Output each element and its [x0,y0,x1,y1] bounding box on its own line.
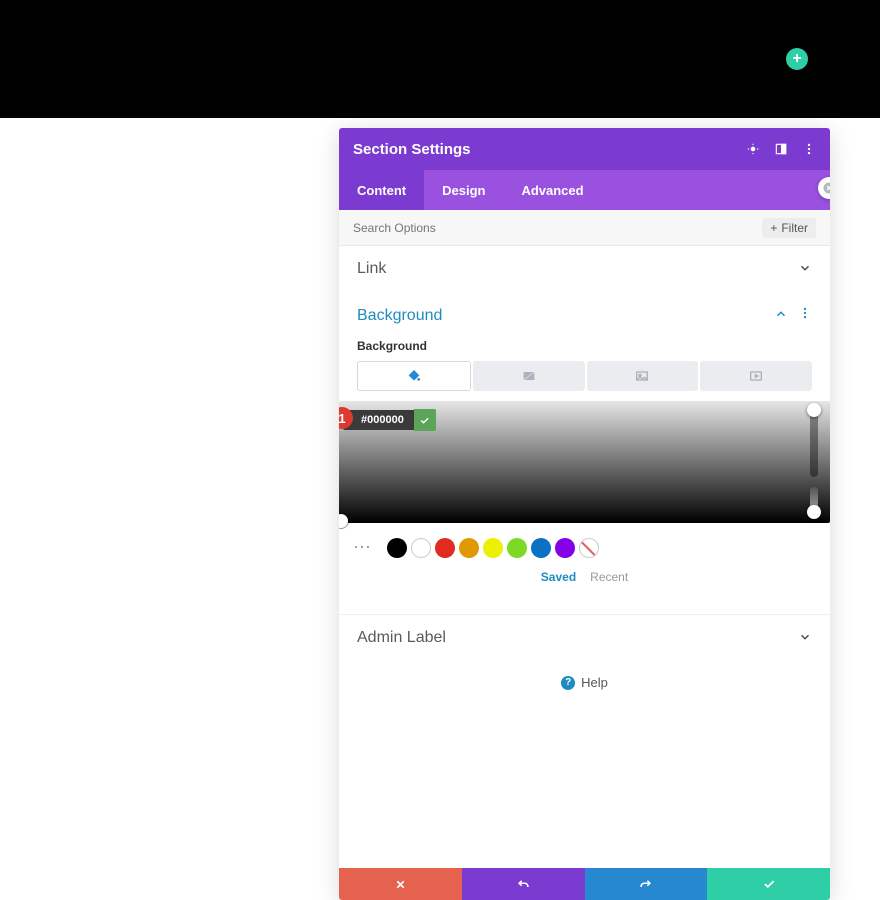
swatch-5[interactable] [507,538,527,558]
swatch-tab-recent[interactable]: Recent [590,570,628,584]
save-button[interactable] [707,868,830,900]
search-filter-row: + Filter [339,210,830,246]
check-icon [419,415,430,426]
swatch-3[interactable] [459,538,479,558]
tab-design[interactable]: Design [424,170,503,210]
more-swatches-icon[interactable]: ⋯ [353,537,383,558]
background-content: Background 1 #000000 [339,339,830,604]
hex-value[interactable]: #000000 [343,410,414,430]
panel-title: Section Settings [353,141,471,158]
settings-panel: Section Settings Content Design Advanced… [339,128,830,900]
hex-confirm-button[interactable] [414,409,436,431]
bg-tab-image[interactable] [587,361,699,391]
help-label: Help [581,675,608,690]
kebab-menu-icon[interactable] [802,142,816,156]
swatch-tabs: Saved Recent [357,570,812,584]
redo-icon [638,877,653,892]
color-picker[interactable]: 1 #000000 [339,401,830,523]
add-section-button[interactable]: + [786,48,808,70]
swatch-tab-saved[interactable]: Saved [541,570,576,584]
background-type-tabs [357,361,812,391]
close-icon [823,182,830,194]
alpha-handle[interactable] [807,505,821,519]
plus-icon: + [770,221,777,235]
help-button[interactable]: ? Help [339,661,830,698]
bg-tab-video[interactable] [700,361,812,391]
hue-handle[interactable] [807,403,821,417]
panel-spacer [339,698,830,868]
chevron-up-icon [774,307,788,324]
gradient-icon [521,368,537,384]
section-background[interactable]: Background [339,292,830,339]
filter-label: Filter [781,221,808,235]
redo-button[interactable] [585,868,708,900]
help-icon: ? [561,676,575,690]
filter-button[interactable]: + Filter [762,218,816,238]
close-icon [394,878,407,891]
hex-readout: 1 #000000 [339,409,436,431]
background-sublabel: Background [357,339,812,353]
expand-icon[interactable] [746,142,760,156]
section-link[interactable]: Link [339,246,830,292]
panel-footer [339,868,830,900]
section-background-label: Background [357,307,442,325]
undo-button[interactable] [462,868,585,900]
cancel-button[interactable] [339,868,462,900]
plus-icon: + [792,50,801,68]
page-topbar: + [0,0,880,118]
chevron-down-icon [798,630,812,647]
video-icon [748,368,764,384]
paint-bucket-icon [406,368,422,384]
bg-tab-color[interactable] [357,361,471,391]
search-input[interactable] [353,221,762,235]
swatch-7[interactable] [555,538,575,558]
swatch-none[interactable] [579,538,599,558]
tab-content[interactable]: Content [339,170,424,210]
panel-header-actions [746,142,816,156]
section-link-label: Link [357,260,386,278]
chevron-down-icon [798,261,812,278]
snap-icon[interactable] [774,142,788,156]
alpha-slider[interactable] [810,487,818,515]
panel-header: Section Settings [339,128,830,170]
section-admin-label[interactable]: Admin Label [339,614,830,661]
swatch-4[interactable] [483,538,503,558]
picker-cursor[interactable] [339,514,348,528]
swatch-6[interactable] [531,538,551,558]
undo-icon [516,877,531,892]
section-admin-label-text: Admin Label [357,629,446,647]
check-icon [762,877,776,891]
hue-slider[interactable] [810,407,818,477]
swatch-1[interactable] [411,538,431,558]
section-menu-icon[interactable] [798,306,812,325]
swatch-0[interactable] [387,538,407,558]
image-icon [634,368,650,384]
swatch-row: ⋯ [353,537,812,558]
swatch-2[interactable] [435,538,455,558]
tab-advanced[interactable]: Advanced [503,170,601,210]
bg-tab-gradient[interactable] [473,361,585,391]
settings-tabs: Content Design Advanced [339,170,830,210]
